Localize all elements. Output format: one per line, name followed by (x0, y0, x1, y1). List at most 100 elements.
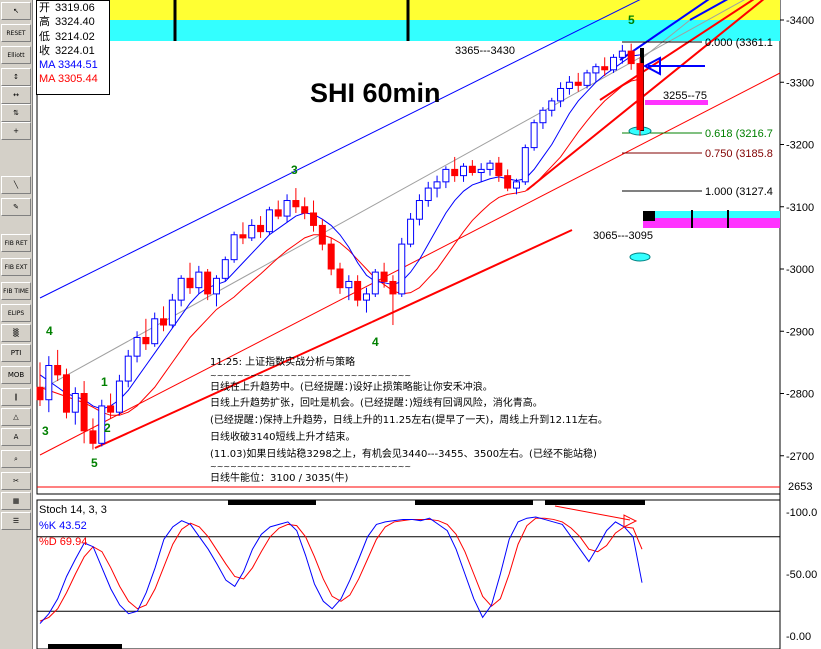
candle-body (257, 224, 265, 233)
candle-body (380, 271, 388, 282)
candle-body (204, 271, 212, 295)
candle-body (310, 212, 318, 226)
note-separator-2: ~~~~~~~~~~~~~~~~~~~~~~~~~~~~~~ (210, 462, 412, 472)
candle-body (530, 122, 538, 149)
note-line-1: 日线在上升趋势中。(已经提醒：)设好止损策略能让你安禾冲浪。 (210, 381, 493, 393)
candle-body (477, 168, 485, 174)
current-price-label: 2653 (788, 481, 812, 493)
candle-body (45, 364, 53, 401)
candle-body (636, 63, 644, 131)
ma-slow-value: MA 3305.44 (39, 73, 98, 86)
stoch-k-label: %K 43.52 (39, 520, 87, 532)
candle-body (521, 147, 529, 183)
wave-label: 5 (91, 456, 98, 470)
high-value: 3324.40 (55, 16, 95, 29)
stoch-tick-label: -50.00 (786, 569, 817, 581)
candle-body (195, 271, 203, 289)
separator-bar (228, 500, 316, 505)
price-tick-label: -3200 (786, 140, 814, 152)
candle-body (539, 109, 547, 124)
high-label: 高 (39, 16, 50, 29)
candle-body (389, 280, 397, 295)
low-value: 3214.02 (55, 30, 95, 43)
ellipse-marker-2 (629, 252, 651, 262)
candle-body (186, 277, 194, 289)
stoch-tick-label: -0.00 (786, 631, 811, 643)
note-separator: ~~~~~~~~~~~~~~~~~~~~~~~~~~~~~~ (210, 370, 412, 380)
candle-body (160, 318, 168, 326)
wave-label: 3 (42, 424, 49, 438)
price-tick-label: -2700 (786, 451, 814, 463)
note-line-6: 日线牛能位：3100 / 3035(牛) (210, 473, 349, 485)
candle-body (407, 218, 415, 245)
price-target-annotation: 3255--75 (663, 90, 707, 102)
price-tick-label: -3000 (786, 264, 814, 276)
wave-label: 5 (628, 13, 635, 27)
candle-body (212, 277, 220, 295)
candle-body (62, 374, 70, 413)
support-band-magenta (643, 218, 780, 228)
candle-body (415, 200, 423, 220)
candle-body (468, 165, 476, 174)
candle-body (107, 405, 115, 413)
candle-body (495, 162, 503, 177)
candle-body (142, 336, 150, 345)
candle-body (239, 234, 247, 239)
candle-body (442, 168, 450, 183)
candle-body (548, 100, 556, 111)
candle-body (618, 50, 626, 58)
candle-body (398, 243, 406, 295)
chart-title: SHI 60min (310, 78, 441, 108)
wave-label: 4 (46, 324, 53, 338)
candle-body (151, 318, 159, 345)
fib-level-label: 0.618 (3216.7 (705, 128, 773, 140)
candle-body (283, 200, 291, 217)
note-title: 11.25: 上证指数实战分析与策略 (210, 357, 356, 368)
price-tick-label: -3400 (786, 15, 814, 27)
candle-body (460, 165, 468, 177)
ma-fast-value: MA 3344.51 (39, 59, 98, 72)
candle-body (627, 50, 635, 65)
fib-level-label: 0.750 (3185.8 (705, 148, 773, 160)
candle-body (301, 206, 309, 214)
candle-body (292, 200, 300, 208)
open-label: 开 (39, 2, 50, 14)
candle-body (592, 66, 600, 74)
separator-bar (415, 500, 533, 505)
note-line-4: 日线收破3140短线上升才结束。 (210, 431, 356, 443)
candle-body (565, 81, 573, 89)
close-label: 收 (39, 44, 50, 57)
candle-body (168, 299, 176, 326)
ohlc-info-box: 开 3319.06 高 3324.40 低 3214.02 收 3224.01 MA 3… (36, 0, 110, 95)
price-tick-label: -3100 (786, 202, 814, 214)
candle-body (345, 280, 353, 289)
stoch-title: Stoch 14, 3, 3 (39, 504, 107, 516)
candle-body (486, 162, 494, 170)
candle-body (89, 430, 97, 444)
candle-body (512, 181, 520, 189)
candle-body (451, 168, 459, 177)
separator-bar (545, 500, 645, 505)
candle-body (610, 56, 618, 71)
candle-body (327, 243, 335, 270)
candle-body (557, 87, 565, 102)
stoch-scroll-bar (48, 644, 122, 649)
price-tick-label: -2900 (786, 326, 814, 338)
price-tick-label: -3300 (786, 77, 814, 89)
candle-body (354, 280, 362, 301)
candle-body (424, 187, 432, 202)
wave-label: 2 (104, 421, 111, 435)
price-target-annotation: 3065---3095 (593, 230, 653, 242)
candle-body (371, 271, 379, 295)
close-value: 3224.01 (55, 44, 95, 57)
candle-body (504, 175, 512, 189)
candle-body (601, 66, 609, 71)
stoch-tick-label: -100.0 (786, 507, 817, 519)
stoch-panel-frame (36, 499, 781, 649)
chart-area: -3400 -3300 -3200 -3100 -3000 -2900 -2800 -2700… (36, 0, 817, 649)
candle-body (433, 181, 441, 189)
candle-body (230, 234, 238, 261)
candle-body (177, 277, 185, 301)
wave-label: 4 (372, 335, 379, 349)
note-line-5: (11.03)如果日线站稳3298之上，有机会见3440---3455、3500… (210, 448, 597, 460)
